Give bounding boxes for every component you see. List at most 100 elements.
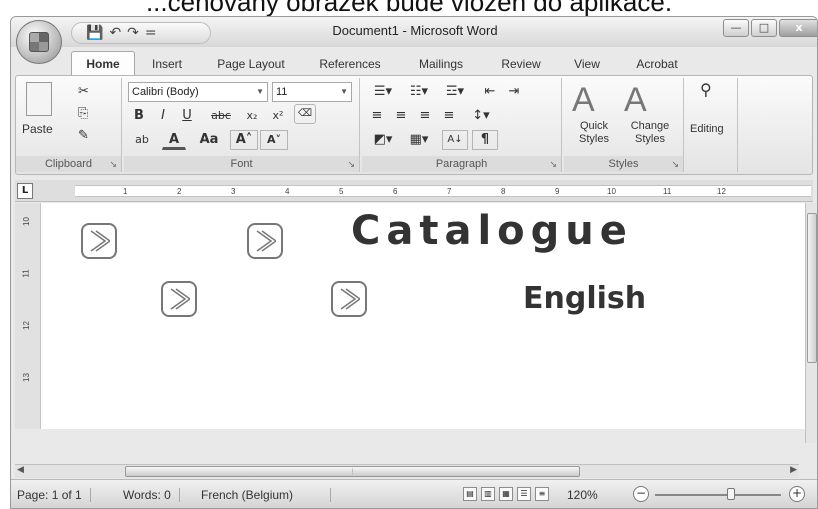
font-family-dropdown[interactable]: Calibri (Body) ▼ (128, 82, 268, 102)
superscript-button[interactable]: x² (266, 106, 290, 126)
scroll-right-icon[interactable]: ▶ (790, 465, 797, 475)
document-subtitle: English (523, 281, 647, 316)
paragraph-group-label: Paragraph (362, 156, 561, 172)
numbering-icon[interactable]: ☷▾ (402, 82, 436, 102)
clipboard-group-label: Clipboard (16, 156, 121, 172)
editing-button[interactable]: Editing (690, 120, 724, 138)
arrow-box-icon (247, 223, 283, 259)
cut-icon[interactable]: ✂ (78, 82, 89, 100)
vertical-scroll-thumb[interactable] (807, 213, 817, 363)
clear-formatting-icon[interactable]: ⌫ (294, 104, 316, 124)
line-spacing-icon[interactable]: ↕▾ (466, 106, 496, 126)
tab-acrobat[interactable]: Acrobat (617, 53, 697, 75)
word-count[interactable]: Words: 0 (123, 488, 180, 502)
shading-icon[interactable]: ◩▾ (366, 130, 400, 150)
zoom-slider-knob[interactable] (727, 488, 735, 500)
bold-button[interactable]: B (128, 106, 150, 126)
font-size-value: 11 (276, 86, 288, 98)
web-layout-icon[interactable]: ▦ (499, 487, 513, 501)
subscript-button[interactable]: x₂ (240, 106, 264, 126)
font-color-button[interactable]: A (162, 130, 186, 150)
paste-icon (26, 82, 52, 116)
italic-button[interactable]: I (152, 106, 174, 126)
binoculars-icon: ⚲ (700, 82, 712, 99)
dialog-launcher-icon[interactable]: ↘ (549, 160, 557, 170)
font-group: Calibri (Body) ▼ 11 ▼ B I U abc x₂ x² ⌫ … (124, 78, 360, 172)
minimize-button[interactable]: — (723, 19, 749, 37)
tab-mailings[interactable]: Mailings (397, 53, 485, 75)
styles-group: A A Quick Styles Change Styles Styles ↘ (564, 78, 684, 172)
multilevel-list-icon[interactable]: ☲▾ (438, 82, 472, 102)
strikethrough-button[interactable]: abc (206, 106, 236, 126)
tab-insert[interactable]: Insert (135, 53, 199, 75)
change-styles-icon: A (624, 81, 647, 119)
maximize-button[interactable]: □ (751, 19, 777, 37)
paste-button[interactable]: Paste (22, 120, 53, 138)
dialog-launcher-icon[interactable]: ↘ (109, 160, 117, 170)
horizontal-scroll-thumb[interactable]: ⦙ (125, 466, 580, 477)
vruler-number: 10 (21, 217, 31, 226)
full-screen-reading-icon[interactable]: ▥ (481, 487, 495, 501)
paragraph-group: ☰▾ ☷▾ ☲▾ ⇤ ⇥ ≡ ≡ ≡ ≡ ↕▾ ◩▾ ▦▾ A↓ ¶ Parag… (362, 78, 562, 172)
document-page[interactable]: Catalogue English (41, 203, 809, 429)
horizontal-scrollbar[interactable]: ◀ ⦙ ▶ (15, 464, 799, 478)
ruler-number: 4 (285, 187, 290, 196)
shrink-font-button[interactable]: A˅ (260, 130, 288, 150)
ruler-number: 10 (607, 187, 616, 196)
ribbon-tabs: Home Insert Page Layout References Maili… (71, 51, 697, 75)
page-count[interactable]: Page: 1 of 1 (17, 488, 91, 502)
vruler-number: 12 (21, 321, 31, 330)
align-center-icon[interactable]: ≡ (390, 106, 412, 126)
quick-styles-button[interactable]: Quick Styles (568, 120, 620, 146)
language-indicator[interactable]: French (Belgium) (201, 488, 331, 502)
close-button[interactable]: x (779, 19, 817, 37)
decrease-indent-icon[interactable]: ⇤ (478, 82, 502, 102)
tab-page-layout[interactable]: Page Layout (199, 53, 303, 75)
print-layout-icon[interactable]: ▤ (463, 487, 477, 501)
align-left-icon[interactable]: ≡ (366, 106, 388, 126)
grow-font-button[interactable]: A˄ (230, 130, 258, 150)
change-styles-button[interactable]: Change Styles (622, 120, 678, 146)
format-painter-icon[interactable]: ✎ (78, 126, 89, 144)
tab-home[interactable]: Home (71, 51, 135, 75)
align-right-icon[interactable]: ≡ (414, 106, 436, 126)
tab-selector[interactable]: L (17, 183, 33, 199)
sort-button[interactable]: A↓ (442, 130, 468, 150)
vertical-ruler: 10 11 12 13 (15, 203, 41, 429)
tab-references[interactable]: References (303, 53, 397, 75)
window-title: Document1 - Microsoft Word (332, 23, 498, 38)
ribbon: Paste ✂ ⎘ ✎ Clipboard ↘ Calibri (Body) ▼… (15, 75, 813, 175)
underline-button[interactable]: U (176, 106, 198, 126)
outline-icon[interactable]: ☰ (517, 487, 531, 501)
bullets-icon[interactable]: ☰▾ (366, 82, 400, 102)
change-case-button[interactable]: Aa (194, 130, 224, 150)
font-size-dropdown[interactable]: 11 ▼ (272, 82, 352, 102)
dialog-launcher-icon[interactable]: ↘ (671, 160, 679, 170)
borders-icon[interactable]: ▦▾ (402, 130, 436, 150)
ruler-number: 5 (339, 187, 344, 196)
ruler-number: 7 (447, 187, 452, 196)
zoom-level[interactable]: 120% (567, 488, 606, 502)
scroll-left-icon[interactable]: ◀ (17, 465, 24, 475)
tab-review[interactable]: Review (485, 53, 557, 75)
arrow-box-icon (331, 281, 367, 317)
dialog-launcher-icon[interactable]: ↘ (347, 160, 355, 170)
quick-styles-icon: A (572, 81, 595, 119)
zoom-slider[interactable] (655, 488, 781, 500)
show-marks-button[interactable]: ¶ (472, 130, 498, 150)
clipboard-group: Paste ✂ ⎘ ✎ Clipboard ↘ (16, 78, 122, 172)
highlight-button[interactable]: ab (128, 130, 156, 150)
window-controls: — □ x (723, 19, 817, 37)
zoom-out-icon[interactable]: − (633, 486, 649, 502)
copy-icon[interactable]: ⎘ (78, 104, 88, 122)
tab-view[interactable]: View (557, 53, 617, 75)
ruler-bar[interactable]: 1 2 3 4 5 6 7 8 9 10 11 12 (75, 185, 811, 197)
zoom-in-icon[interactable]: + (789, 486, 805, 502)
vertical-scrollbar[interactable] (805, 203, 817, 443)
increase-indent-icon[interactable]: ⇥ (502, 82, 526, 102)
draft-icon[interactable]: ≡ (535, 487, 549, 501)
office-button[interactable] (16, 20, 62, 64)
font-group-label: Font (124, 156, 359, 172)
justify-icon[interactable]: ≡ (438, 106, 460, 126)
arrow-box-icon (161, 281, 197, 317)
